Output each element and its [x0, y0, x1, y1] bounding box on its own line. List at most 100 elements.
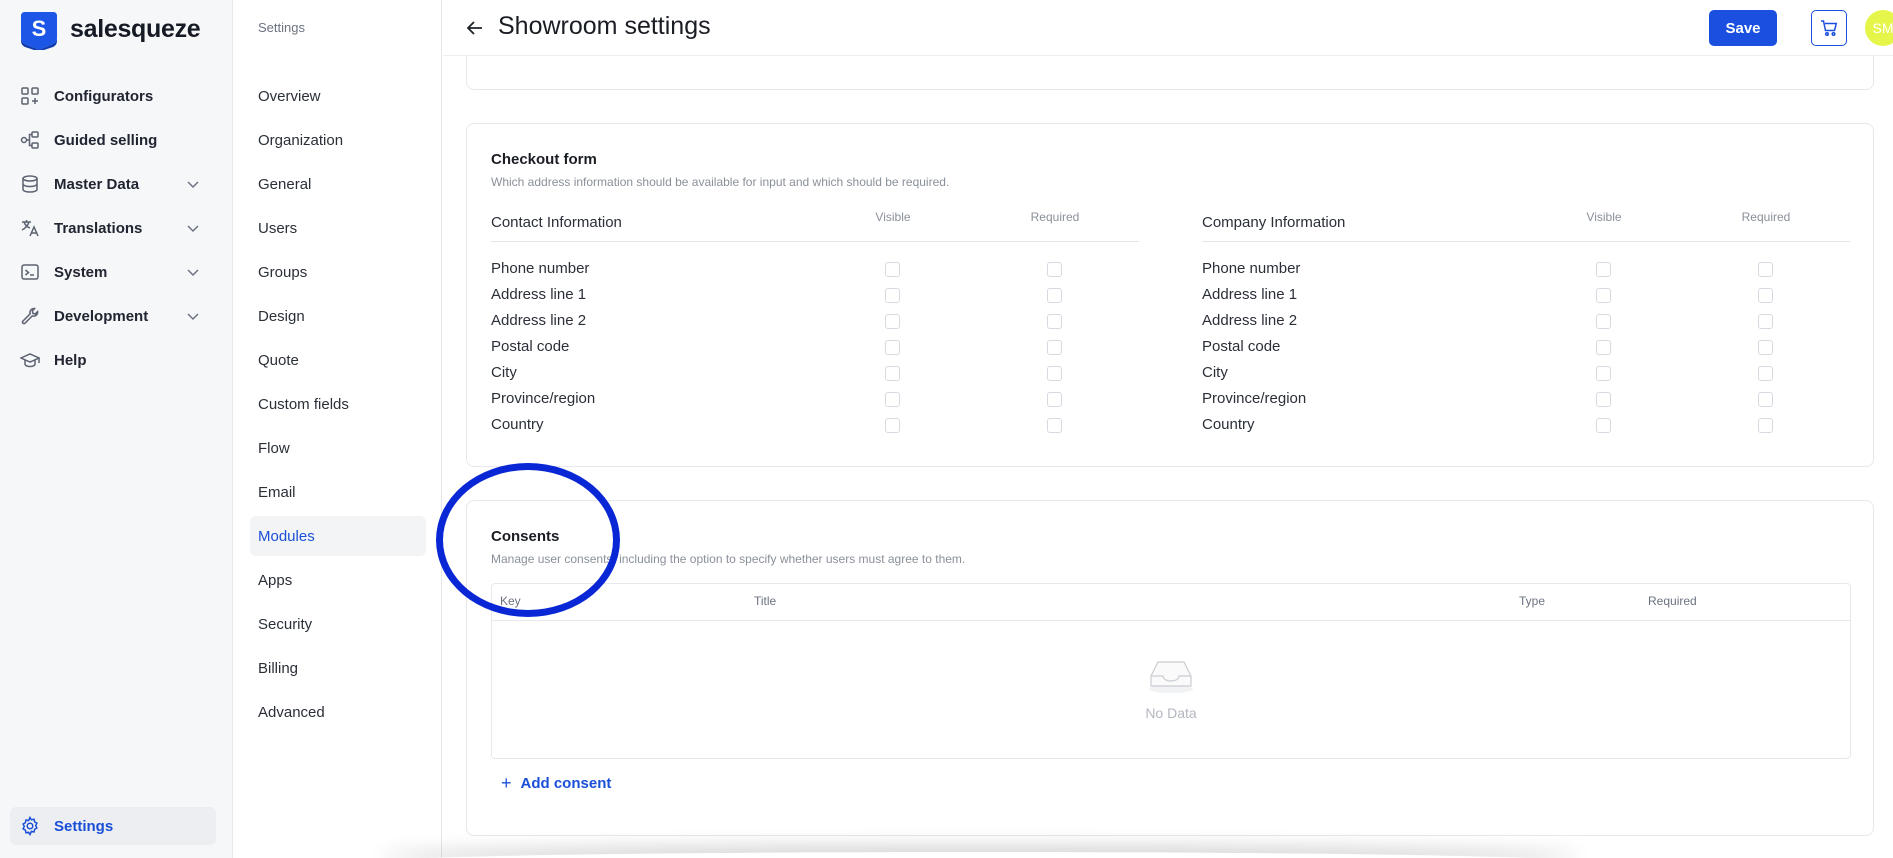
subnav-item-billing[interactable]: Billing	[250, 648, 426, 688]
nav-item-label: Settings	[54, 817, 114, 835]
nav-item-help[interactable]: Help	[10, 342, 216, 378]
subnav-item-overview[interactable]: Overview	[250, 76, 426, 116]
avatar[interactable]: SM	[1865, 10, 1893, 46]
required-checkbox[interactable]	[1047, 418, 1062, 433]
bottom-shadow	[380, 852, 1580, 858]
subnav-item-general[interactable]: General	[250, 164, 426, 204]
field-label: City	[491, 364, 517, 381]
nav-item-system[interactable]: System	[10, 254, 216, 290]
column-header-key[interactable]: Key	[500, 594, 521, 608]
nav-item-configurators[interactable]: Configurators	[10, 78, 216, 114]
add-consent-label: Add consent	[520, 775, 612, 792]
nav-item-label: Configurators	[54, 87, 154, 105]
subnav-item-quote[interactable]: Quote	[250, 340, 426, 380]
visible-checkbox[interactable]	[1596, 366, 1611, 381]
subnav-item-modules[interactable]: Modules	[250, 516, 426, 556]
subnav-item-advanced[interactable]: Advanced	[250, 692, 426, 732]
brand[interactable]: S salesqueze	[19, 8, 201, 50]
required-checkbox[interactable]	[1758, 262, 1773, 277]
column-header-title[interactable]: Title	[754, 594, 776, 608]
company-information-heading: Company Information	[1202, 214, 1346, 231]
nav-item-development[interactable]: Development	[10, 298, 216, 334]
required-column-label: Required	[1030, 210, 1080, 224]
visible-checkbox[interactable]	[885, 340, 900, 355]
required-checkbox[interactable]	[1047, 288, 1062, 303]
required-checkbox[interactable]	[1047, 340, 1062, 355]
checkout-form-card: Checkout form Which address information …	[466, 123, 1874, 467]
subnav-item-apps[interactable]: Apps	[250, 560, 426, 600]
visible-checkbox[interactable]	[885, 418, 900, 433]
subnav-title: Settings	[258, 20, 305, 35]
required-checkbox[interactable]	[1758, 314, 1773, 329]
required-checkbox[interactable]	[1758, 392, 1773, 407]
field-label: Phone number	[1202, 260, 1301, 277]
wrench-icon	[19, 305, 41, 327]
nav-item-master-data[interactable]: Master Data	[10, 166, 216, 202]
field-label: City	[1202, 364, 1228, 381]
field-row-province-region: Province/region	[1202, 386, 1850, 412]
required-column-label: Required	[1741, 210, 1791, 224]
visible-checkbox[interactable]	[1596, 262, 1611, 277]
checkout-form-description: Which address information should be avai…	[491, 175, 950, 189]
required-checkbox[interactable]	[1047, 392, 1062, 407]
graduation-cap-icon	[19, 349, 41, 371]
subnav-item-organization[interactable]: Organization	[250, 120, 426, 160]
required-checkbox[interactable]	[1047, 314, 1062, 329]
visible-checkbox[interactable]	[885, 314, 900, 329]
subnav-item-custom-fields[interactable]: Custom fields	[250, 384, 426, 424]
column-header-required[interactable]: Required	[1648, 594, 1697, 608]
required-checkbox[interactable]	[1047, 262, 1062, 277]
visible-checkbox[interactable]	[1596, 418, 1611, 433]
visible-checkbox[interactable]	[885, 262, 900, 277]
field-row-city: City	[1202, 360, 1850, 386]
subnav-item-groups[interactable]: Groups	[250, 252, 426, 292]
company-information-header: Company Information Visible Required	[1202, 210, 1850, 242]
required-checkbox[interactable]	[1758, 418, 1773, 433]
contact-information-heading: Contact Information	[491, 214, 622, 231]
field-row-address-line-2: Address line 2	[491, 308, 1139, 334]
arrow-left-icon[interactable]	[463, 16, 487, 40]
nav-item-guided-selling[interactable]: Guided selling	[10, 122, 216, 158]
consents-title: Consents	[491, 528, 560, 545]
column-header-type[interactable]: Type	[1519, 594, 1545, 608]
field-row-postal-code: Postal code	[1202, 334, 1850, 360]
nav-item-label: Guided selling	[54, 131, 158, 149]
field-row-postal-code: Postal code	[491, 334, 1139, 360]
visible-checkbox[interactable]	[885, 366, 900, 381]
visible-checkbox[interactable]	[1596, 392, 1611, 407]
database-icon	[19, 173, 41, 195]
field-label: Address line 1	[491, 286, 587, 303]
required-checkbox[interactable]	[1758, 340, 1773, 355]
field-row-phone-number: Phone number	[1202, 256, 1850, 282]
translate-icon	[19, 217, 41, 239]
plus-icon: +	[501, 773, 512, 793]
consents-card: Consents Manage user consents, including…	[466, 500, 1874, 836]
field-row-country: Country	[1202, 412, 1850, 438]
field-row-address-line-1: Address line 1	[491, 282, 1139, 308]
subnav-item-flow[interactable]: Flow	[250, 428, 426, 468]
subnav-item-users[interactable]: Users	[250, 208, 426, 248]
field-row-phone-number: Phone number	[491, 256, 1139, 282]
field-label: Province/region	[491, 390, 596, 407]
visible-checkbox[interactable]	[1596, 340, 1611, 355]
visible-checkbox[interactable]	[1596, 314, 1611, 329]
field-row-address-line-2: Address line 2	[1202, 308, 1850, 334]
nav-item-settings[interactable]: Settings	[10, 807, 216, 845]
required-checkbox[interactable]	[1758, 288, 1773, 303]
visible-checkbox[interactable]	[885, 392, 900, 407]
subnav-item-design[interactable]: Design	[250, 296, 426, 336]
subnav-item-email[interactable]: Email	[250, 472, 426, 512]
consents-description: Manage user consents, including the opti…	[491, 552, 966, 566]
field-row-address-line-1: Address line 1	[1202, 282, 1850, 308]
subnav-item-security[interactable]: Security	[250, 604, 426, 644]
visible-checkbox[interactable]	[885, 288, 900, 303]
required-checkbox[interactable]	[1047, 366, 1062, 381]
grid-icon	[19, 85, 41, 107]
add-consent-button[interactable]: + Add consent	[501, 773, 611, 794]
cart-button[interactable]	[1811, 10, 1847, 46]
nav-item-translations[interactable]: Translations	[10, 210, 216, 246]
required-checkbox[interactable]	[1758, 366, 1773, 381]
save-button[interactable]: Save	[1709, 10, 1777, 46]
page-header: Showroom settings Save SM	[443, 0, 1893, 56]
visible-checkbox[interactable]	[1596, 288, 1611, 303]
